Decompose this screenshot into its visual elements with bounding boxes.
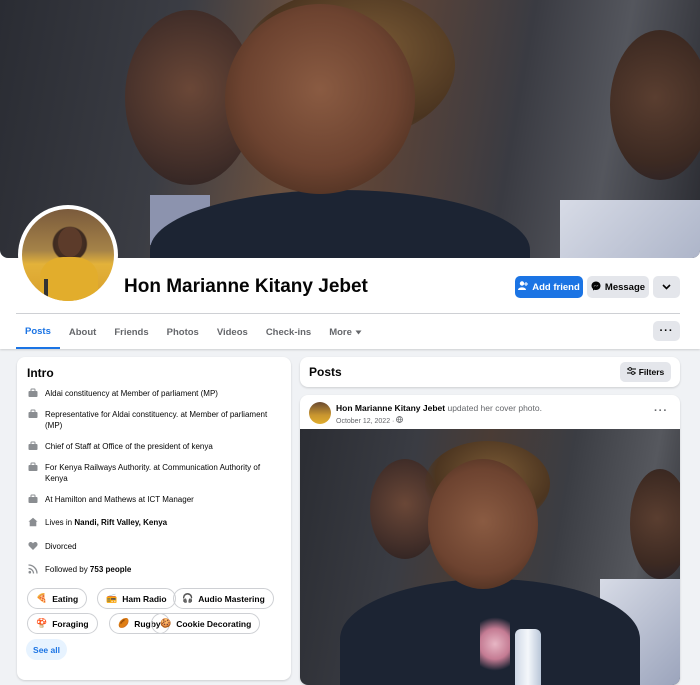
post-card: Hon Marianne Kitany Jebet updated her co… [300,395,680,685]
header-divider [16,313,680,314]
message-button[interactable]: Message [587,276,649,298]
heart-icon [27,541,38,552]
hobby-label: Audio Mastering [198,593,265,604]
hobby-chip-eating[interactable]: 🍕 Eating [27,588,88,609]
chevron-down-icon [662,282,671,293]
post-date-text: October 12, 2022 · [336,418,397,425]
intro-item-text: Divorced [45,542,77,551]
tab-friends[interactable]: Friends [105,315,157,349]
profile-name: Hon Marianne Kitany Jebet [124,276,368,297]
work-icon [27,494,38,505]
message-label: Message [604,281,646,293]
intro-item: At Hamilton and Mathews at ICT Manager [27,494,283,505]
hobby-chip-foraging[interactable]: 🍄 Foraging [27,613,98,634]
cookie-icon: 🍪 [160,618,172,628]
mushroom-icon: 🍄 [36,618,48,628]
post-author-avatar[interactable] [309,402,331,424]
followers-count[interactable]: 753 people [90,565,131,574]
intro-item-text: Representative for Aldai constituency. a… [45,410,268,430]
post-author-name[interactable]: Hon Marianne Kitany Jebet [336,403,445,413]
location-prefix: Lives in [45,518,75,527]
tab-check-ins[interactable]: Check-ins [257,315,320,349]
headphones-icon: 🎧 [182,593,194,603]
tab-more[interactable]: More [320,315,371,349]
globe-icon [396,416,404,425]
rss-icon [27,564,38,575]
hobby-chip-cookie-decorating[interactable]: 🍪 Cookie Decorating [151,613,261,634]
intro-item-text: Aldai constituency at Member of parliame… [45,389,218,398]
filter-sliders-icon [626,367,636,377]
work-icon [27,462,38,473]
work-icon [27,388,38,399]
work-icon [27,409,38,420]
filters-label: Filters [638,367,665,377]
post-timestamp[interactable]: October 12, 2022 · [336,416,404,425]
intro-item-text: For Kenya Railways Authority. at Communi… [45,463,261,483]
intro-item-text: Chief of Staff at Office of the presiden… [45,442,213,451]
location-value[interactable]: Nandi, Rift Valley, Kenya [74,518,167,527]
tabs-more-options-button[interactable]: ··· [653,321,680,341]
intro-item: Representative for Aldai constituency. a… [27,409,283,431]
tab-videos[interactable]: Videos [208,315,257,349]
intro-item: Chief of Staff at Office of the presiden… [27,441,283,452]
intro-item-location: Lives in Nandi, Rift Valley, Kenya [27,517,283,528]
rugby-ball-icon: 🏉 [118,618,130,628]
followers-prefix: Followed by [45,565,90,574]
add-person-icon [518,281,529,293]
post-action-text: updated her cover photo. [445,403,542,413]
add-friend-label: Add friend [532,281,580,293]
posts-header: Posts Filters [300,357,680,387]
intro-item: Aldai constituency at Member of parliame… [27,388,283,399]
caret-down-icon [355,327,362,338]
profile-options-button[interactable] [653,276,680,298]
posts-title: Posts [309,365,342,379]
hobby-label: Ham Radio [122,593,167,604]
hobby-label: Foraging [52,618,89,629]
intro-title: Intro [27,366,54,380]
tab-photos[interactable]: Photos [158,315,208,349]
tab-about[interactable]: About [60,315,105,349]
messenger-icon [591,281,601,294]
radio-icon: 📻 [106,593,118,603]
intro-item-followers: Followed by 753 people [27,564,283,575]
see-all-hobbies-button[interactable]: See all [26,639,67,660]
intro-item-text: At Hamilton and Mathews at ICT Manager [45,495,194,504]
profile-avatar[interactable] [18,205,118,305]
intro-item-relationship: Divorced [27,541,283,552]
hobby-chip-audio-mastering[interactable]: 🎧 Audio Mastering [173,588,274,609]
hobby-label: Eating [52,593,79,604]
profile-header: Hon Marianne Kitany Jebet Add friend Mes… [0,0,700,349]
post-photo[interactable] [300,429,680,685]
cover-photo[interactable] [0,0,700,258]
pizza-icon: 🍕 [36,593,48,603]
hobby-chip-ham-radio[interactable]: 📻 Ham Radio [97,588,176,609]
ellipsis-icon: ··· [654,405,668,417]
home-icon [27,517,38,528]
work-icon [27,441,38,452]
filters-button[interactable]: Filters [620,362,671,382]
hobby-label: Cookie Decorating [176,618,252,629]
intro-card: Intro Aldai constituency at Member of pa… [17,357,291,680]
intro-item: For Kenya Railways Authority. at Communi… [27,462,283,484]
post-header-text: Hon Marianne Kitany Jebet updated her co… [336,403,542,413]
ellipsis-icon: ··· [659,325,674,337]
tab-more-label: More [329,326,352,338]
profile-tabs: Posts About Friends Photos Videos Check-… [16,315,371,349]
add-friend-button[interactable]: Add friend [515,276,583,298]
post-options-button[interactable]: ··· [654,405,668,417]
tab-posts[interactable]: Posts [16,315,60,349]
